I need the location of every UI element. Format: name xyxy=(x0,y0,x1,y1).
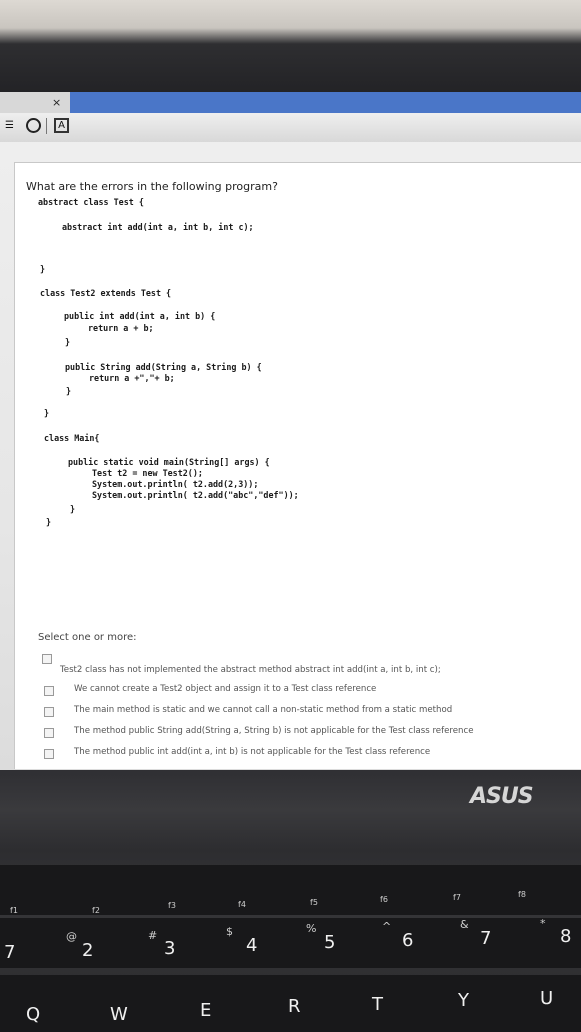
key-symbol: & xyxy=(460,918,469,931)
key-symbol: * xyxy=(540,917,546,930)
key-symbol: # xyxy=(148,929,158,942)
key-symbol: @ xyxy=(66,930,77,943)
toolbar-separator xyxy=(46,118,47,134)
fn-key-label: f3 xyxy=(168,901,176,910)
key-label: T xyxy=(372,994,383,1015)
option-text[interactable]: The method public String add(String a, S… xyxy=(74,726,474,736)
key-label: 7 xyxy=(480,928,492,949)
font-icon[interactable]: A xyxy=(54,118,69,133)
code-line: return a + b; xyxy=(88,323,154,333)
menu-icon[interactable]: ☰ xyxy=(2,118,17,133)
extension-icon[interactable] xyxy=(26,118,41,133)
key-label: Q xyxy=(26,1004,41,1025)
code-line: } xyxy=(44,408,50,418)
code-line: public int add(int a, int b) { xyxy=(64,311,216,321)
key-label: Y xyxy=(458,990,469,1011)
fn-key-label: f4 xyxy=(238,900,246,909)
key-label: 3 xyxy=(164,938,176,959)
code-line: class Main{ xyxy=(44,433,100,443)
option-text[interactable]: The method public int add(int a, int b) … xyxy=(74,747,430,757)
fn-key-label: f5 xyxy=(310,898,318,907)
code-line: System.out.println( t2.add("abc","def"))… xyxy=(92,490,299,500)
option-checkbox[interactable] xyxy=(44,728,54,738)
asus-logo: ASUS xyxy=(470,784,534,809)
close-tab-icon[interactable]: × xyxy=(52,96,61,109)
option-checkbox[interactable] xyxy=(44,749,54,759)
key-label: 6 xyxy=(402,930,414,951)
code-line: return a +","+ b; xyxy=(89,373,175,383)
option-checkbox[interactable] xyxy=(44,686,54,696)
code-line: } xyxy=(46,517,52,527)
fn-key-label: f1 xyxy=(10,906,18,915)
select-label: Select one or more: xyxy=(38,632,137,643)
key-symbol: % xyxy=(306,922,317,935)
code-line: Test t2 = new Test2(); xyxy=(92,468,203,478)
fn-key-label: f2 xyxy=(92,906,100,915)
key-label: E xyxy=(200,1000,212,1021)
option-checkbox[interactable] xyxy=(42,654,52,664)
key-symbol: ^ xyxy=(382,920,392,933)
fn-key-label: f6 xyxy=(380,895,388,904)
option-text[interactable]: Test2 class has not implemented the abst… xyxy=(60,665,441,675)
option-checkbox[interactable] xyxy=(44,707,54,717)
code-line: } xyxy=(40,264,46,274)
browser-toolbar xyxy=(0,113,581,145)
fn-key-label: f8 xyxy=(518,890,526,899)
key-label: 7 xyxy=(4,942,16,963)
code-line: } xyxy=(70,504,76,514)
code-line: abstract int add(int a, int b, int c); xyxy=(62,222,254,232)
code-line: } xyxy=(65,337,71,347)
option-text[interactable]: The main method is static and we cannot … xyxy=(74,705,452,715)
key-label: W xyxy=(110,1004,128,1025)
fn-key-label: f7 xyxy=(453,893,461,902)
code-line: public String add(String a, String b) { xyxy=(65,362,262,372)
key-label: 4 xyxy=(246,935,258,956)
key-label: 5 xyxy=(324,932,336,953)
code-line: abstract class Test { xyxy=(38,197,144,207)
function-key-row xyxy=(0,865,581,915)
key-label: 2 xyxy=(82,940,94,961)
code-line: class Test2 extends Test { xyxy=(40,288,172,298)
code-line: System.out.println( t2.add(2,3)); xyxy=(92,479,259,489)
question-text: What are the errors in the following pro… xyxy=(26,180,278,193)
option-text[interactable]: We cannot create a Test2 object and assi… xyxy=(74,684,376,694)
key-label: R xyxy=(288,996,301,1017)
key-symbol: $ xyxy=(226,925,233,938)
key-label: 8 xyxy=(560,926,572,947)
code-line: public static void main(String[] args) { xyxy=(68,457,270,467)
key-label: U xyxy=(540,988,554,1009)
monitor-bezel xyxy=(0,0,581,92)
code-line: } xyxy=(66,386,72,396)
